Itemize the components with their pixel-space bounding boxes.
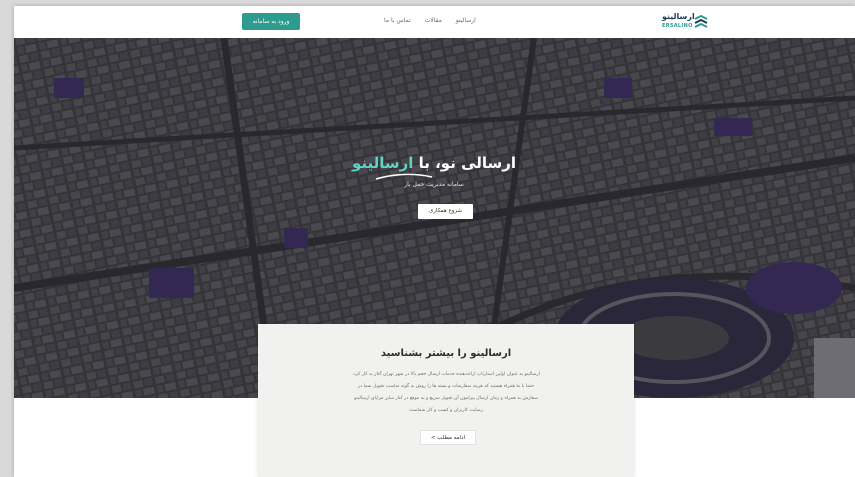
brand-underline-swoosh [375,173,433,180]
brand-logo[interactable]: ارسالینو ERSALINO [662,12,710,34]
nav-links: ارسالینو مقالات تماس با ما [384,17,476,24]
start-cooperation-button[interactable]: شروع همکاری [418,204,473,219]
hero-title-brand: ارسالینو [351,154,414,172]
about-line: ارسالینو به عنوان اولین استارتاپ ارائه‌د… [352,372,540,377]
logo-text: ارسالینو [662,12,695,21]
top-navbar: ورود به سامانه ارسالینو مقالات تماس با م… [14,6,855,39]
nav-link-ersalino[interactable]: ارسالینو [456,17,476,24]
read-more-button[interactable]: ادامه مطلب > [420,430,476,445]
about-line: رضایت کاربران و کسب و کار شماست [409,408,483,413]
hero-title: ارسالی نو، با ارسالینو [314,154,554,172]
nav-link-contact[interactable]: تماس با ما [384,17,411,24]
about-text: ارسالینو به عنوان اولین استارتاپ ارائه‌د… [308,369,584,417]
about-title: ارسالینو را بیشتر بشناسید [380,348,512,359]
about-line: حتما با ما همراه هستید که هزینه سفارشات … [357,384,535,389]
nav-link-articles[interactable]: مقالات [425,17,442,24]
stacked-chevrons-icon [694,15,708,28]
hero-subtitle: سامانه مدیریت حمل بار [404,181,464,188]
web-page: ورود به سامانه ارسالینو مقالات تماس با م… [14,6,855,477]
about-card: ارسالینو را بیشتر بشناسید ارسالینو به عن… [258,324,634,477]
signin-button[interactable]: ورود به سامانه [242,13,300,30]
about-line: سفارش به همراه و زمان ارسال پیرامون آن ت… [354,396,538,401]
logo-latin-text: ERSALINO [662,23,693,29]
hero-title-prefix: ارسالی نو، با [418,154,517,172]
